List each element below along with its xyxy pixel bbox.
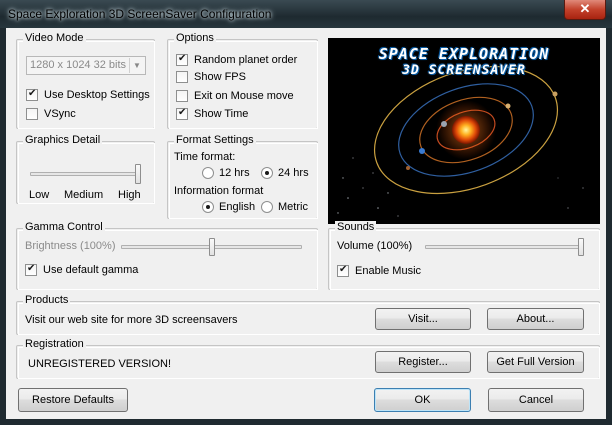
brightness-slider-thumb[interactable] xyxy=(208,238,215,256)
video-mode-group: Video Mode 1280 x 1024 32 bits ▼ Use Des… xyxy=(16,32,155,129)
about-button[interactable]: About... xyxy=(487,308,584,330)
radio-icon xyxy=(261,201,273,213)
graphics-low-label: Low xyxy=(29,189,50,201)
show-fps-label: Show FPS xyxy=(194,71,246,83)
information-format-label: Information format xyxy=(174,185,264,197)
graphics-detail-legend: Graphics Detail xyxy=(23,134,103,146)
close-button[interactable]: ✕ xyxy=(564,0,606,20)
register-button[interactable]: Register... xyxy=(375,351,471,373)
registration-legend: Registration xyxy=(23,338,86,350)
checkbox-icon xyxy=(25,263,37,276)
use-default-gamma-label: Use default gamma xyxy=(43,264,139,276)
enable-music-checkbox[interactable]: Enable Music xyxy=(337,264,422,277)
gamma-control-legend: Gamma Control xyxy=(23,221,105,233)
graphics-high-label: High xyxy=(118,189,141,201)
format-settings-legend: Format Settings xyxy=(174,134,256,146)
title-bar[interactable]: Space Exploration 3D ScreenSaver Configu… xyxy=(0,0,612,28)
show-fps-checkbox[interactable]: Show FPS xyxy=(176,71,246,83)
graphics-detail-group: Graphics Detail Low Medium High xyxy=(16,134,155,204)
resolution-select[interactable]: 1280 x 1024 32 bits ▼ xyxy=(26,56,146,75)
graphics-medium-label: Medium xyxy=(64,189,104,201)
registration-status: UNREGISTERED VERSION! xyxy=(28,358,172,370)
time-format-12hrs-radio[interactable]: 12 hrs xyxy=(202,167,250,179)
info-metric-label: Metric xyxy=(278,201,308,213)
checkbox-icon xyxy=(337,264,349,277)
checkbox-icon xyxy=(26,88,38,101)
format-settings-group: Format Settings Time format: 12 hrs 24 h… xyxy=(167,134,318,219)
checkbox-icon xyxy=(176,90,188,102)
show-time-checkbox[interactable]: Show Time xyxy=(176,107,249,120)
get-full-version-button[interactable]: Get Full Version xyxy=(487,351,584,373)
info-english-label: English xyxy=(219,201,256,213)
preview-title-line2: 3D SCREENSAVER xyxy=(402,63,526,78)
random-planet-order-label: Random planet order xyxy=(194,54,298,66)
time-format-24hrs-radio[interactable]: 24 hrs xyxy=(261,167,309,179)
vsync-label: VSync xyxy=(44,108,76,120)
products-group: Products Visit our web site for more 3D … xyxy=(16,294,600,335)
sounds-legend: Sounds xyxy=(335,221,377,233)
radio-icon xyxy=(202,201,214,213)
volume-label: Volume (100%) xyxy=(337,240,413,252)
preview-title-line1: SPACE EXPLORATION xyxy=(378,45,550,63)
sounds-group: Sounds Volume (100%) Enable Music xyxy=(328,221,600,290)
use-default-gamma-checkbox[interactable]: Use default gamma xyxy=(25,263,139,276)
use-desktop-settings-label: Use Desktop Settings xyxy=(44,89,150,101)
radio-icon xyxy=(202,167,214,179)
gamma-control-group: Gamma Control Brightness (100%) Use defa… xyxy=(16,221,318,290)
checkbox-icon xyxy=(176,71,188,83)
options-group: Options Random planet order Show FPS Exi… xyxy=(167,32,318,129)
time-12hrs-label: 12 hrs xyxy=(219,167,250,179)
time-format-label: Time format: xyxy=(174,151,236,163)
cancel-button[interactable]: Cancel xyxy=(488,388,584,412)
registration-group: Registration UNREGISTERED VERSION! Regis… xyxy=(16,338,600,379)
vsync-checkbox[interactable]: VSync xyxy=(26,108,76,120)
volume-track[interactable] xyxy=(425,245,584,249)
ok-button[interactable]: OK xyxy=(374,388,471,412)
options-legend: Options xyxy=(174,32,216,44)
products-text: Visit our web site for more 3D screensav… xyxy=(25,314,238,326)
brightness-label: Brightness (100%) xyxy=(25,240,116,252)
exit-on-mouse-move-label: Exit on Mouse move xyxy=(194,90,294,102)
chevron-down-icon: ▼ xyxy=(129,58,144,73)
checkbox-icon xyxy=(176,53,188,66)
info-format-english-radio[interactable]: English xyxy=(202,201,255,213)
checkbox-icon xyxy=(176,107,188,120)
screensaver-preview: SPACE EXPLORATION 3D SCREENSAVER xyxy=(328,38,600,224)
radio-icon xyxy=(261,167,273,179)
video-mode-legend: Video Mode xyxy=(23,32,86,44)
graphics-detail-slider-thumb[interactable] xyxy=(135,164,141,184)
config-window: Space Exploration 3D ScreenSaver Configu… xyxy=(0,0,612,425)
dialog-body: Video Mode 1280 x 1024 32 bits ▼ Use Des… xyxy=(6,28,606,419)
info-format-metric-radio[interactable]: Metric xyxy=(261,201,308,213)
time-24hrs-label: 24 hrs xyxy=(278,167,309,179)
restore-defaults-button[interactable]: Restore Defaults xyxy=(18,388,128,412)
volume-slider-thumb[interactable] xyxy=(578,238,584,256)
graphics-detail-track[interactable] xyxy=(30,172,141,176)
checkbox-icon xyxy=(26,108,38,120)
window-title: Space Exploration 3D ScreenSaver Configu… xyxy=(8,7,272,21)
use-desktop-settings-checkbox[interactable]: Use Desktop Settings xyxy=(26,88,150,101)
resolution-value: 1280 x 1024 32 bits xyxy=(30,59,127,71)
random-planet-order-checkbox[interactable]: Random planet order xyxy=(176,53,298,66)
exit-on-mouse-move-checkbox[interactable]: Exit on Mouse move xyxy=(176,90,294,102)
show-time-label: Show Time xyxy=(194,108,249,120)
products-legend: Products xyxy=(23,294,71,306)
visit-button[interactable]: Visit... xyxy=(375,308,471,330)
enable-music-label: Enable Music xyxy=(355,265,422,277)
